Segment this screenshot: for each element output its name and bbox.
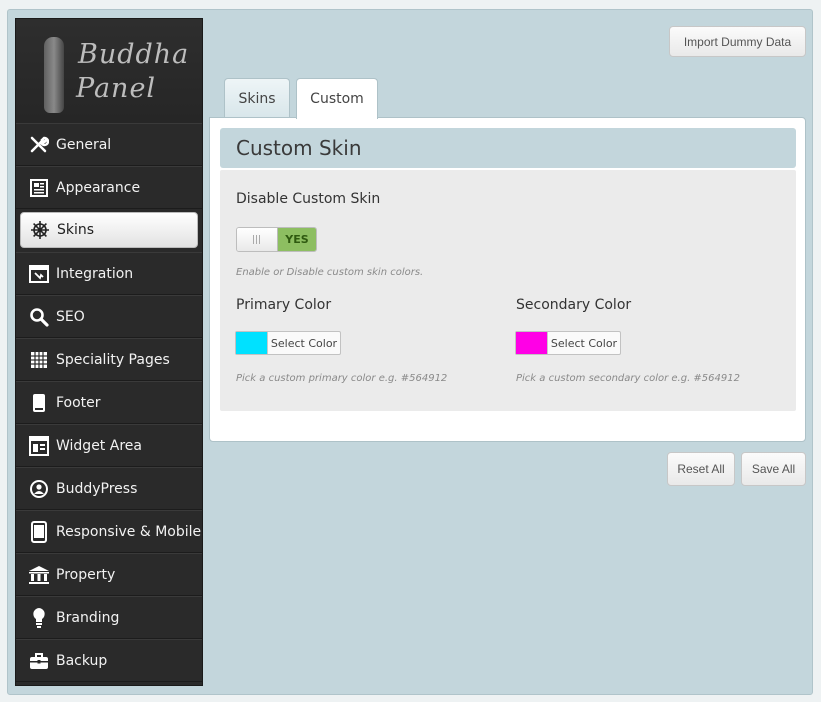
- secondary-color-hint: Pick a custom secondary color e.g. #5649…: [516, 373, 740, 384]
- primary-color-swatch[interactable]: [236, 332, 267, 354]
- lightbulb-icon: [28, 607, 50, 629]
- sidebar-nav: General Appearance Skins Integration SEO Spec…: [16, 123, 202, 682]
- import-dummy-data-button[interactable]: Import Dummy Data: [669, 26, 806, 57]
- sidebar-item-label: General: [56, 137, 111, 153]
- toggle-knob[interactable]: [237, 228, 278, 251]
- sidebar-item-property[interactable]: Property: [16, 553, 202, 596]
- sidebar-item-label: Skins: [57, 222, 94, 238]
- buddypress-icon: [28, 478, 50, 500]
- sidebar-item-label: BuddyPress: [56, 481, 137, 497]
- sidebar-item-widget-area[interactable]: Widget Area: [16, 424, 202, 467]
- disable-custom-skin-label: Disable Custom Skin: [236, 191, 380, 207]
- sidebar-item-label: Property: [56, 567, 115, 583]
- sidebar-item-footer[interactable]: Footer: [16, 381, 202, 424]
- grid-icon: [28, 349, 50, 371]
- tab-skins[interactable]: Skins: [224, 78, 290, 118]
- logo-line2: Panel: [76, 73, 156, 104]
- logo-line1: Buddha: [78, 39, 189, 70]
- mobile-icon: [28, 521, 50, 543]
- primary-color-label: Primary Color: [236, 297, 331, 313]
- secondary-color-swatch[interactable]: [516, 332, 547, 354]
- sidebar-item-responsive-mobile[interactable]: Responsive & Mobile: [16, 510, 202, 553]
- primary-select-color-button[interactable]: Select Color: [267, 332, 340, 354]
- sidebar-item-label: Integration: [56, 266, 133, 282]
- sidebar-item-seo[interactable]: SEO: [16, 295, 202, 338]
- sidebar-item-skins[interactable]: Skins: [20, 212, 198, 248]
- panel-title: Custom Skin: [220, 128, 796, 168]
- primary-color-picker[interactable]: Select Color: [235, 331, 341, 355]
- custom-skin-panel: Custom Skin Disable Custom Skin YES Enab…: [209, 117, 806, 442]
- secondary-color-picker[interactable]: Select Color: [515, 331, 621, 355]
- sidebar: Buddha Panel General Appearance Skins Integ…: [15, 18, 203, 686]
- sidebar-item-branding[interactable]: Branding: [16, 596, 202, 639]
- toggle-hint: Enable or Disable custom skin colors.: [236, 267, 423, 278]
- sidebar-item-appearance[interactable]: Appearance: [16, 166, 202, 209]
- panel-body: Disable Custom Skin YES Enable or Disabl…: [220, 170, 796, 411]
- primary-color-hint: Pick a custom primary color e.g. #564912: [236, 373, 447, 384]
- logo: Buddha Panel: [16, 19, 202, 124]
- secondary-color-label: Secondary Color: [516, 297, 631, 313]
- briefcase-icon: [28, 650, 50, 672]
- secondary-select-color-button[interactable]: Select Color: [547, 332, 620, 354]
- sidebar-item-label: Branding: [56, 610, 119, 626]
- sidebar-item-label: Appearance: [56, 180, 140, 196]
- sidebar-item-label: Backup: [56, 653, 107, 669]
- sidebar-item-integration[interactable]: Integration: [16, 252, 202, 295]
- sidebar-item-buddypress[interactable]: BuddyPress: [16, 467, 202, 510]
- widget-icon: [28, 435, 50, 457]
- save-all-button[interactable]: Save All: [741, 452, 806, 486]
- footer-icon: [28, 392, 50, 414]
- buddha-head-icon: [44, 37, 64, 113]
- sidebar-item-label: Responsive & Mobile: [56, 524, 201, 540]
- sidebar-item-label: Speciality Pages: [56, 352, 170, 368]
- disable-custom-skin-toggle[interactable]: YES: [236, 227, 317, 252]
- grip-icon: [253, 235, 262, 244]
- integration-icon: [28, 263, 50, 285]
- reset-all-button[interactable]: Reset All: [667, 452, 735, 486]
- sidebar-item-backup[interactable]: Backup: [16, 639, 202, 682]
- sidebar-item-label: Widget Area: [56, 438, 142, 454]
- tab-custom[interactable]: Custom: [296, 78, 378, 119]
- ship-wheel-icon: [29, 219, 51, 241]
- sidebar-item-speciality-pages[interactable]: Speciality Pages: [16, 338, 202, 381]
- appearance-icon: [28, 177, 50, 199]
- wrench-icon: [28, 134, 50, 156]
- toggle-yes-label: YES: [278, 228, 316, 251]
- sidebar-item-label: SEO: [56, 309, 85, 325]
- bank-icon: [28, 564, 50, 586]
- search-icon: [28, 306, 50, 328]
- sidebar-item-label: Footer: [56, 395, 101, 411]
- sidebar-item-general[interactable]: General: [16, 123, 202, 166]
